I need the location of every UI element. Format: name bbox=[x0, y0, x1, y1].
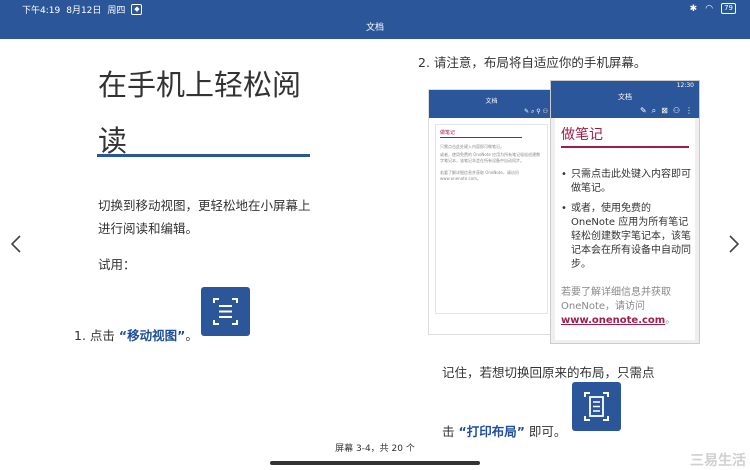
intro-text: 切换到移动视图，更轻松地在小屏幕上进行阅读和编辑。 bbox=[98, 198, 311, 236]
phone-front-heading: 做笔记 bbox=[561, 127, 603, 143]
layout-icon: ⊠ bbox=[661, 106, 668, 115]
phone-back-title: 文档 bbox=[429, 97, 554, 106]
search-icon: ⌕ bbox=[651, 105, 657, 115]
status-time: 下午4:19 bbox=[22, 6, 61, 16]
phone-back-heading: 做笔记 bbox=[440, 129, 523, 138]
step-2: 2. 请注意，布局将自适应你的手机屏幕。 bbox=[418, 55, 647, 70]
left-page: 在手机上轻松阅读 切换到移动视图，更轻松地在小屏幕上进行阅读和编辑。 试用： 1… bbox=[0, 39, 375, 439]
status-bar: 下午4:19 8月12日 周四 ◆ ✱ ◠ 79 bbox=[0, 0, 750, 17]
step-print-suffix: 即可。 bbox=[528, 424, 567, 439]
step-print-prefix: 击 bbox=[442, 424, 455, 439]
step-1: 1. 点击 “移动视图”。 bbox=[74, 325, 198, 344]
more-icon: ⋮ bbox=[685, 106, 693, 115]
app-title: 文档 bbox=[365, 23, 384, 33]
mobile-view-link[interactable]: “移动视图” bbox=[119, 328, 185, 343]
phone-front-title: 文档 bbox=[551, 91, 699, 103]
phone-preview-front: 12:30 文档 ✎ ⌕ ⊠ ⚇ ⋮ 做笔记 只需点击此处键入内容即可做笔记。 … bbox=[550, 80, 700, 344]
bluetooth-icon: ✱ bbox=[689, 3, 698, 14]
phone-front-link-suffix: 。 bbox=[665, 315, 676, 326]
step-1-prefix: 1. 点击 bbox=[74, 328, 115, 343]
battery-icon: 79 bbox=[721, 3, 736, 14]
wifi-icon: ◠ bbox=[705, 3, 714, 14]
list-item: 只需点击此处键入内容即可做笔记。 bbox=[561, 168, 691, 196]
notification-icon: ◆ bbox=[131, 4, 143, 15]
remember-text: 记住，若想切换回原来的布局，只需点 bbox=[442, 365, 655, 380]
draw-icon: ✎ bbox=[639, 106, 647, 115]
step-1-suffix: 。 bbox=[185, 328, 198, 343]
page-title: 在手机上轻松阅读 bbox=[98, 68, 302, 158]
app-title-bar: 文档 bbox=[0, 17, 750, 39]
list-item: 或者，使用免费的 OneNote 应用为所有笔记轻松创建数字笔记本，该笔记本会在… bbox=[561, 202, 691, 272]
person-icon: ⚇ bbox=[672, 106, 680, 115]
mobile-view-icon[interactable] bbox=[201, 287, 250, 336]
phone-front-more-text: 若要了解详细信息并获取 OneNote，请访问 bbox=[561, 287, 671, 312]
phone-front-toolbar: ✎ ⌕ ⊠ ⚇ ⋮ bbox=[551, 103, 699, 118]
print-layout-icon[interactable] bbox=[572, 382, 621, 431]
print-layout-link[interactable]: “打印布局” bbox=[459, 424, 525, 439]
phone-back-sheet: 做笔记 只需点击此处键入内容即可做笔记。 或者，使用免费的 OneNote 应用… bbox=[435, 124, 548, 314]
onenote-link[interactable]: www.onenote.com bbox=[561, 315, 665, 326]
phone-back-line3: 若要了解详细信息并获取 OneNote，请访问 www.onenote.com。 bbox=[440, 170, 519, 181]
status-weekday: 周四 bbox=[107, 6, 126, 16]
status-date: 8月12日 bbox=[66, 6, 102, 16]
step-print: 击 “打印布局” 即可。 bbox=[442, 421, 566, 440]
phone-back-line2: 或者，使用免费的 OneNote 应用为所有笔记轻松创建数字笔记本，该笔记本会在… bbox=[440, 152, 541, 163]
title-divider bbox=[97, 154, 310, 157]
phone-front-sheet: 做笔记 只需点击此处键入内容即可做笔记。 或者，使用免费的 OneNote 应用… bbox=[555, 118, 695, 340]
watermark: 三易生活 bbox=[690, 453, 746, 469]
try-label: 试用： bbox=[98, 257, 136, 272]
phone-back-line1: 只需点击此处键入内容即可做笔记。 bbox=[440, 144, 504, 149]
phone-back-toolbar: ✎ ⌕ ⚲ ⚇ bbox=[429, 106, 554, 118]
home-indicator[interactable] bbox=[270, 461, 480, 465]
chevron-right-icon[interactable] bbox=[728, 234, 740, 259]
phone-front-bullets: 只需点击此处键入内容即可做笔记。 或者，使用免费的 OneNote 应用为所有笔… bbox=[561, 168, 691, 278]
phone-preview-back: 文档 ✎ ⌕ ⚲ ⚇ 做笔记 只需点击此处键入内容即可做笔记。 或者，使用免费的… bbox=[428, 89, 555, 335]
page-indicator: 屏幕 3-4，共 20 个 bbox=[335, 444, 415, 454]
phone-front-more: 若要了解详细信息并获取 OneNote，请访问 www.onenote.com。 bbox=[561, 286, 689, 328]
phone-front-time: 12:30 bbox=[551, 81, 699, 91]
